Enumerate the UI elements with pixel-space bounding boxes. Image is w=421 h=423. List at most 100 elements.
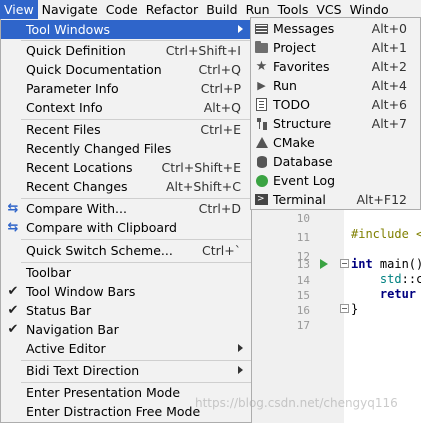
submenu-item-cmake[interactable]: CMake (251, 133, 420, 152)
cmake-icon (254, 135, 269, 150)
compare-clipboard-icon: ⇆ (7, 220, 19, 235)
submenu-item-shortcut: Alt+F12 (356, 192, 408, 207)
watermark: https://blog.csdn.net/chengyq116 (195, 396, 398, 410)
line-number: 11 (296, 231, 310, 244)
submenu-item-run[interactable]: ▶ Run Alt+4 (251, 76, 420, 95)
code-std: std (379, 272, 402, 286)
menu-separator (21, 239, 251, 240)
messages-icon (254, 21, 269, 36)
menu-item-recent-files[interactable]: Recent Files Ctrl+E (1, 120, 251, 139)
menu-item-toolbar[interactable]: Toolbar (1, 263, 251, 282)
code-line-std: std::c (351, 272, 421, 286)
line-number: 16 (296, 304, 310, 317)
menu-item-parameter-info[interactable]: Parameter Info Ctrl+P (1, 79, 251, 98)
code-main: main() (372, 257, 421, 271)
submenu-item-todo[interactable]: TODO Alt+6 (251, 95, 420, 114)
menu-item-shortcut: Alt+Q (203, 100, 241, 115)
compare-icon: ⇆ (7, 201, 19, 216)
menu-item-label: Quick Switch Scheme... (26, 243, 173, 258)
submenu-item-label: Structure (273, 116, 332, 131)
star-icon: ★ (255, 59, 268, 74)
menu-navigate[interactable]: Navigate (38, 0, 102, 19)
menu-item-quick-documentation[interactable]: Quick Documentation Ctrl+Q (1, 60, 251, 79)
submenu-item-label: Terminal (273, 192, 326, 207)
menu-item-label: Tool Window Bars (26, 284, 136, 299)
submenu-item-favorites[interactable]: ★ Favorites Alt+2 (251, 57, 420, 76)
submenu-item-shortcut: Alt+2 (371, 59, 407, 74)
submenu-item-terminal[interactable]: Terminal Alt+F12 (251, 190, 420, 209)
submenu-item-structure[interactable]: Structure Alt+7 (251, 114, 420, 133)
menu-item-label: Context Info (26, 100, 103, 115)
menu-item-recently-changed-files[interactable]: Recently Changed Files (1, 139, 251, 158)
menu-item-bidi-text-direction[interactable]: Bidi Text Direction (1, 361, 251, 380)
checkmark-icon: ✔ (7, 322, 19, 337)
menu-item-label: Quick Definition (26, 43, 126, 58)
submenu-item-label: Project (273, 40, 316, 55)
menu-item-recent-locations[interactable]: Recent Locations Ctrl+Shift+E (1, 158, 251, 177)
submenu-item-label: Favorites (273, 59, 330, 74)
menu-item-active-editor[interactable]: Active Editor (1, 339, 251, 358)
submenu-item-label: Run (273, 78, 297, 93)
menu-item-label: Parameter Info (26, 81, 119, 96)
submenu-item-label: TODO (273, 97, 310, 112)
menu-build[interactable]: Build (202, 0, 241, 19)
menu-refactor[interactable]: Refactor (142, 0, 202, 19)
menu-item-shortcut: Ctrl+Q (198, 62, 241, 77)
submenu-item-label: CMake (273, 135, 315, 150)
menu-item-label: Compare With... (26, 201, 127, 216)
line-number: 13 (296, 258, 310, 271)
view-menu-dropdown: Tool Windows Quick Definition Ctrl+Shift… (0, 19, 252, 423)
menu-item-shortcut: Alt+Shift+C (165, 179, 241, 194)
menu-item-label: Recent Files (26, 122, 101, 137)
menu-item-label: Status Bar (26, 303, 92, 318)
menu-item-compare-with[interactable]: ⇆ Compare With... Ctrl+D (1, 199, 251, 218)
submenu-item-shortcut: Alt+7 (371, 116, 407, 131)
fold-icon[interactable] (340, 259, 349, 268)
submenu-item-database[interactable]: Database (251, 152, 420, 171)
menu-item-recent-changes[interactable]: Recent Changes Alt+Shift+C (1, 177, 251, 196)
menu-item-status-bar[interactable]: ✔ Status Bar (1, 301, 251, 320)
menu-item-shortcut: Ctrl+P (200, 81, 241, 96)
checkmark-icon: ✔ (7, 303, 19, 318)
menu-item-tool-windows[interactable]: Tool Windows (1, 20, 251, 39)
line-number: 15 (296, 289, 310, 302)
menu-item-label: Recently Changed Files (26, 141, 172, 156)
tool-windows-submenu: Messages Alt+0 Project Alt+1 ★ Favorites… (250, 17, 421, 210)
menu-item-label: Navigation Bar (26, 322, 119, 337)
menu-item-tool-window-bars[interactable]: ✔ Tool Window Bars (1, 282, 251, 301)
code-std-rest: ::c (401, 272, 421, 286)
submenu-item-shortcut: Alt+6 (371, 97, 407, 112)
menu-view[interactable]: View (0, 0, 38, 19)
line-number: 17 (296, 319, 310, 332)
menu-item-context-info[interactable]: Context Info Alt+Q (1, 98, 251, 117)
submenu-item-label: Messages (273, 21, 335, 36)
menu-item-shortcut: Ctrl+D (198, 201, 241, 216)
todo-icon (254, 97, 269, 112)
menu-item-label: Toolbar (26, 265, 72, 280)
line-number: 10 (296, 212, 310, 225)
run-icon: ▶ (257, 79, 266, 92)
menu-item-shortcut: Ctrl+Shift+E (161, 160, 242, 175)
menu-item-label: Compare with Clipboard (26, 220, 177, 235)
submenu-arrow-icon (238, 344, 243, 352)
submenu-item-project[interactable]: Project Alt+1 (251, 38, 420, 57)
menu-item-label: Bidi Text Direction (26, 363, 140, 378)
structure-icon (254, 116, 269, 131)
fold-icon[interactable] (340, 304, 349, 313)
menu-item-label: Enter Presentation Mode (26, 385, 181, 400)
submenu-item-shortcut: Alt+0 (371, 21, 407, 36)
line-number: 14 (296, 274, 310, 287)
menu-item-label: Active Editor (26, 341, 106, 356)
code-int-keyword: int (351, 257, 373, 271)
submenu-item-event-log[interactable]: Event Log (251, 171, 420, 190)
menu-item-quick-switch-scheme[interactable]: Quick Switch Scheme... Ctrl+` (1, 241, 251, 260)
menu-item-label: Recent Locations (26, 160, 133, 175)
menu-code[interactable]: Code (102, 0, 142, 19)
menu-item-label: Tool Windows (26, 22, 111, 37)
menu-item-navigation-bar[interactable]: ✔ Navigation Bar (1, 320, 251, 339)
submenu-item-messages[interactable]: Messages Alt+0 (251, 19, 420, 38)
run-gutter-icon[interactable] (320, 259, 328, 269)
menu-item-quick-definition[interactable]: Quick Definition Ctrl+Shift+I (1, 41, 251, 60)
terminal-icon (254, 190, 269, 209)
menu-item-compare-with-clipboard[interactable]: ⇆ Compare with Clipboard (1, 218, 251, 237)
